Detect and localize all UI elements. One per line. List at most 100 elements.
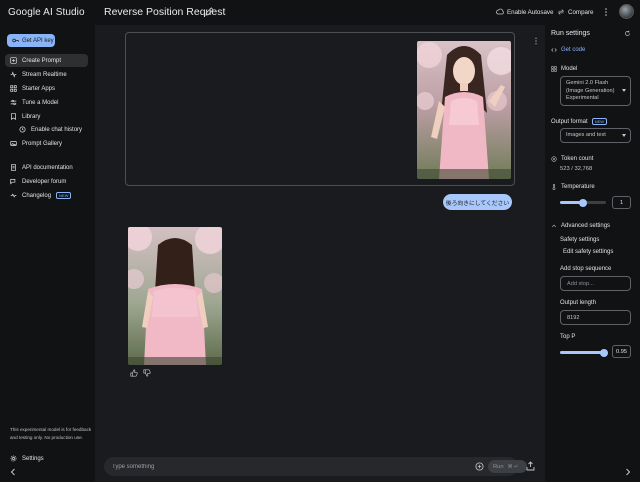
left-sidebar: Get API key Create Prompt Stream Realtim…: [0, 25, 95, 482]
chevron-left-icon[interactable]: [10, 468, 16, 476]
reset-icon[interactable]: [624, 30, 631, 37]
library-icon: [11, 113, 16, 120]
new-badge: NEW: [591, 118, 608, 125]
uploaded-photo-front[interactable]: [417, 41, 511, 179]
compare-icon: [557, 9, 565, 15]
output-length-input[interactable]: 8192: [560, 310, 631, 325]
run-button[interactable]: Run ⌘ ↵: [488, 460, 527, 473]
temperature-slider[interactable]: [560, 198, 606, 207]
user-avatar[interactable]: [619, 4, 634, 19]
safety-settings-label: Safety settings: [560, 237, 600, 243]
edit-safety-settings-link[interactable]: Edit safety settings: [563, 249, 613, 255]
top-p-slider-fill: [560, 351, 604, 354]
stop-sequence-input[interactable]: Add stop...: [560, 276, 631, 291]
enable-autosave-label: Enable Autosave: [507, 8, 554, 16]
app-brand[interactable]: Google AI Studio: [8, 7, 85, 18]
sidebar-item-developer-forum[interactable]: Developer forum: [5, 175, 88, 188]
new-badge: NEW: [56, 192, 72, 199]
run-settings-panel: Run settings Get code Model Gemini 2.0 F…: [545, 25, 640, 482]
code-icon: [551, 48, 557, 52]
advanced-settings-label: Advanced settings: [561, 223, 611, 229]
sidebar-item-label: Tune a Model: [22, 99, 59, 106]
thumbs-down-icon[interactable]: [143, 369, 151, 377]
chevron-right-icon[interactable]: [625, 468, 631, 476]
get-code-label: Get code: [561, 47, 586, 53]
token-count-heading: Token count: [551, 156, 593, 162]
sidebar-item-label: Developer forum: [22, 178, 67, 185]
temperature-label: Temperature: [561, 184, 595, 190]
top-p-slider[interactable]: [560, 348, 608, 357]
sidebar-item-label: Prompt Gallery: [22, 140, 63, 147]
thumbs-up-icon[interactable]: [130, 369, 138, 377]
sidebar-item-label: API documentation: [22, 164, 73, 171]
sidebar-item-label: Settings: [22, 455, 44, 462]
experimental-note: This experimental model is for feedback …: [10, 427, 92, 440]
user-message-bubble: 後ろ向きにしてください: [443, 194, 512, 210]
top-p-slider-handle[interactable]: [599, 348, 608, 357]
sidebar-item-api-docs[interactable]: API documentation: [5, 161, 88, 174]
sidebar-item-starter-apps[interactable]: Starter Apps: [5, 82, 88, 95]
sidebar-item-settings[interactable]: Settings: [5, 452, 88, 465]
model-value: Gemini 2.0 Flash (Image Generation) Expe…: [566, 80, 615, 101]
output-format-value: Images and text: [566, 132, 606, 138]
sidebar-item-library[interactable]: Library: [5, 110, 88, 123]
advanced-settings-toggle[interactable]: Advanced settings: [551, 223, 610, 229]
key-icon: [12, 38, 19, 43]
forum-icon: [10, 179, 16, 185]
output-format-select[interactable]: Images and text: [560, 128, 631, 143]
autosave-icon: [496, 8, 504, 15]
sidebar-item-label: Starter Apps: [22, 85, 56, 92]
prompt-input-bar: Run ⌘ ↵: [104, 457, 527, 476]
model-select[interactable]: Gemini 2.0 Flash (Image Generation) Expe…: [560, 76, 631, 106]
compare-label: Compare: [568, 8, 594, 16]
upload-icon[interactable]: [526, 461, 535, 471]
get-api-key-button[interactable]: Get API key: [7, 34, 55, 47]
top-bar: Google AI Studio Reverse Position Reques…: [0, 0, 640, 25]
stop-sequence-label: Add stop sequence: [560, 266, 612, 272]
more-vert-icon[interactable]: [603, 7, 609, 17]
temperature-slider-handle[interactable]: [579, 198, 587, 207]
stream-icon: [10, 71, 17, 78]
chevron-down-icon: [622, 89, 626, 92]
chevron-down-icon: [622, 133, 626, 137]
model-icon: [551, 66, 557, 72]
sidebar-item-chat-history[interactable]: Enable chat history: [14, 123, 88, 136]
compare-button[interactable]: Compare: [557, 8, 593, 16]
sidebar-item-label: Changelog: [22, 192, 52, 199]
more-vert-icon[interactable]: [534, 37, 538, 45]
model-heading: Model: [551, 66, 577, 72]
prompt-input[interactable]: [112, 460, 452, 473]
sidebar-item-changelog[interactable]: Changelog NEW: [5, 189, 88, 202]
add-circle-icon[interactable]: [475, 462, 484, 471]
temperature-heading: Temperature: [551, 184, 595, 190]
docs-icon: [11, 164, 16, 171]
history-icon: [19, 126, 26, 133]
gallery-icon: [10, 141, 17, 146]
generated-photo-back[interactable]: [128, 227, 222, 365]
chevron-up-icon: [551, 224, 557, 228]
token-icon: [551, 156, 557, 162]
get-code-button[interactable]: Get code: [551, 47, 585, 53]
sidebar-item-tune-model[interactable]: Tune a Model: [5, 96, 88, 109]
run-shortcut: ⌘ ↵: [507, 463, 519, 470]
output-format-label: Output format: [551, 118, 588, 125]
add-box-icon: [10, 57, 17, 64]
sidebar-item-label: Stream Realtime: [22, 71, 67, 78]
sidebar-item-prompt-gallery[interactable]: Prompt Gallery: [5, 137, 88, 150]
apps-icon: [10, 85, 17, 92]
run-label: Run: [493, 463, 504, 470]
temperature-input[interactable]: 1: [612, 196, 631, 209]
user-image-turn: [125, 32, 537, 186]
sidebar-item-stream-realtime[interactable]: Stream Realtime: [5, 68, 88, 81]
token-count-label: Token count: [561, 156, 594, 162]
enable-autosave-button[interactable]: Enable Autosave: [496, 8, 553, 16]
sidebar-item-create-prompt[interactable]: Create Prompt: [5, 54, 88, 67]
sidebar-item-label: Create Prompt: [22, 57, 62, 64]
edit-title-icon[interactable]: [205, 7, 214, 16]
output-format-heading: Output format NEW: [551, 118, 608, 125]
top-p-input[interactable]: 0.95: [612, 345, 631, 358]
output-length-label: Output length: [560, 300, 597, 306]
tune-icon: [10, 99, 17, 106]
model-label: Model: [561, 66, 578, 72]
token-count-value: 523 / 32,768: [560, 166, 593, 172]
